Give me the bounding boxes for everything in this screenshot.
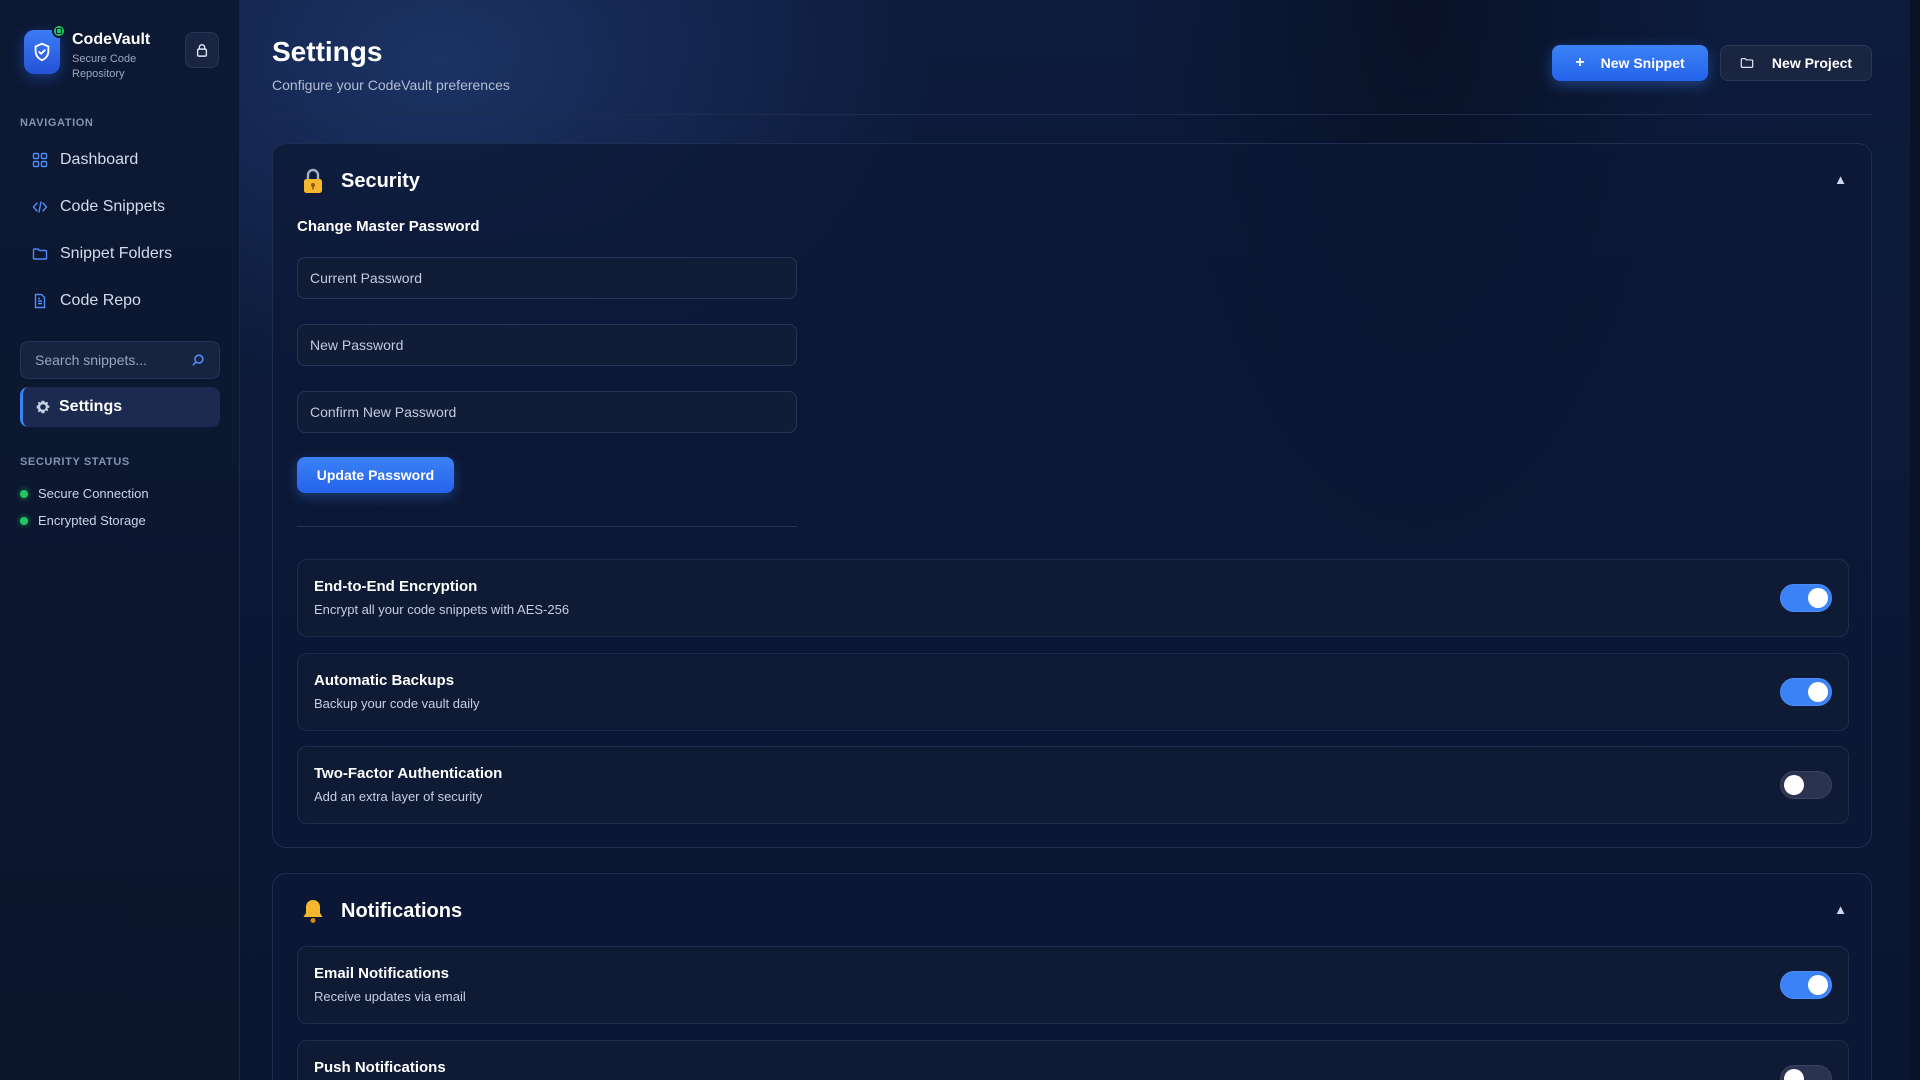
setting-row-push-notifications: Push Notifications [297, 1040, 1849, 1080]
change-password-title: Change Master Password [297, 218, 480, 235]
security-card: Security ▲ Change Master Password Update… [272, 143, 1872, 848]
new-snippet-label: New Snippet [1600, 55, 1685, 71]
toggle-knob [1784, 1069, 1804, 1080]
toggle-knob [1808, 682, 1828, 702]
confirm-password-field[interactable] [297, 391, 797, 433]
automatic-backups-toggle[interactable] [1780, 678, 1832, 706]
brand: CodeVault Secure Code Repository [24, 24, 152, 82]
setting-desc: Encrypt all your code snippets with AES-… [314, 602, 570, 617]
status-dot [20, 489, 28, 498]
file-icon [34, 293, 46, 309]
sidebar-item-code-snippets[interactable]: Code Snippets [20, 187, 220, 227]
notifications-title: Notifications [341, 899, 463, 922]
security-status-label: SECURITY STATUS [20, 456, 130, 468]
setting-desc: Backup your code vault daily [314, 696, 480, 711]
sidebar: CodeVault Secure Code Repository NAVIGAT… [0, 0, 240, 1080]
page-subtitle: Configure your CodeVault preferences [272, 77, 510, 93]
lock-vault-button[interactable] [185, 32, 219, 68]
update-password-button[interactable]: Update Password [297, 457, 454, 493]
toggle-knob [1808, 588, 1828, 608]
setting-row-two-factor: Two-Factor Authentication Add an extra l… [297, 746, 1849, 824]
notifications-card: Notifications ▲ Email Notifications Rece… [272, 873, 1872, 1080]
main-content: Settings Configure your CodeVault prefer… [240, 0, 1920, 1080]
lock-icon [304, 168, 322, 193]
gear-icon [36, 400, 50, 414]
sidebar-item-code-repo[interactable]: Code Repo [20, 281, 220, 321]
collapse-security-chevron-up-icon[interactable]: ▲ [1834, 172, 1847, 187]
scrollbar-track[interactable] [1910, 0, 1920, 1080]
new-project-label: New Project [1771, 55, 1853, 71]
shield-logo-icon [24, 24, 66, 74]
email-notifications-toggle[interactable] [1780, 971, 1832, 999]
search-icon[interactable] [191, 353, 205, 367]
setting-title: Push Notifications [314, 1059, 446, 1076]
setting-desc: Receive updates via email [314, 989, 466, 1004]
new-project-button[interactable]: New Project [1720, 45, 1872, 81]
e2e-encryption-toggle[interactable] [1780, 584, 1832, 612]
sidebar-item-label: Code Snippets [60, 198, 165, 215]
lock-icon [196, 44, 208, 57]
setting-row-email-notifications: Email Notifications Receive updates via … [297, 946, 1849, 1024]
setting-title: Two-Factor Authentication [314, 765, 503, 782]
plus-icon: + [1575, 54, 1585, 71]
status-label: Encrypted Storage [38, 513, 146, 528]
setting-title: End-to-End Encryption [314, 578, 478, 595]
setting-desc: Add an extra layer of security [314, 789, 483, 804]
status-item-encrypted-storage: Encrypted Storage [20, 507, 149, 534]
brand-subtitle: Secure Code Repository [72, 53, 137, 80]
sidebar-nav: Dashboard Code Snippets Snippet Folders … [20, 140, 220, 328]
status-item-secure-connection: Secure Connection [20, 480, 149, 507]
brand-name: CodeVault [72, 31, 151, 48]
search-input[interactable] [35, 352, 185, 368]
page-title: Settings [272, 36, 383, 67]
new-snippet-button[interactable]: + New Snippet [1552, 45, 1708, 81]
folder-icon [32, 248, 48, 260]
new-password-field[interactable] [297, 324, 797, 366]
brand-status-lock-icon [52, 24, 66, 38]
security-status-list: Secure Connection Encrypted Storage [20, 480, 149, 534]
sidebar-item-dashboard[interactable]: Dashboard [20, 140, 220, 180]
setting-row-e2e-encryption: End-to-End Encryption Encrypt all your c… [297, 559, 1849, 637]
sidebar-item-settings[interactable]: Settings [20, 387, 220, 427]
sidebar-item-label: Snippet Folders [60, 245, 173, 262]
collapse-notifications-chevron-up-icon[interactable]: ▲ [1834, 902, 1847, 917]
status-dot [20, 516, 28, 525]
sidebar-item-label: Settings [59, 398, 123, 415]
folder-icon [1740, 58, 1754, 68]
setting-row-automatic-backups: Automatic Backups Backup your code vault… [297, 653, 1849, 731]
card-divider [297, 526, 797, 527]
nav-section-label: NAVIGATION [20, 117, 94, 129]
sidebar-item-label: Dashboard [60, 151, 139, 168]
push-notifications-toggle[interactable] [1780, 1065, 1832, 1080]
security-title: Security [341, 169, 420, 192]
header-divider [272, 114, 1872, 115]
code-icon [32, 201, 48, 213]
bell-icon [303, 900, 323, 923]
setting-title: Automatic Backups [314, 672, 455, 689]
app-root: CodeVault Secure Code Repository NAVIGAT… [0, 0, 1920, 1080]
setting-title: Email Notifications [314, 965, 450, 982]
sidebar-item-label: Code Repo [60, 292, 141, 309]
grid-icon [32, 152, 48, 168]
sidebar-item-snippet-folders[interactable]: Snippet Folders [20, 234, 220, 274]
search-box [20, 341, 220, 379]
toggle-knob [1784, 775, 1804, 795]
status-label: Secure Connection [38, 486, 149, 501]
toggle-knob [1808, 975, 1828, 995]
current-password-field[interactable] [297, 257, 797, 299]
two-factor-toggle[interactable] [1780, 771, 1832, 799]
